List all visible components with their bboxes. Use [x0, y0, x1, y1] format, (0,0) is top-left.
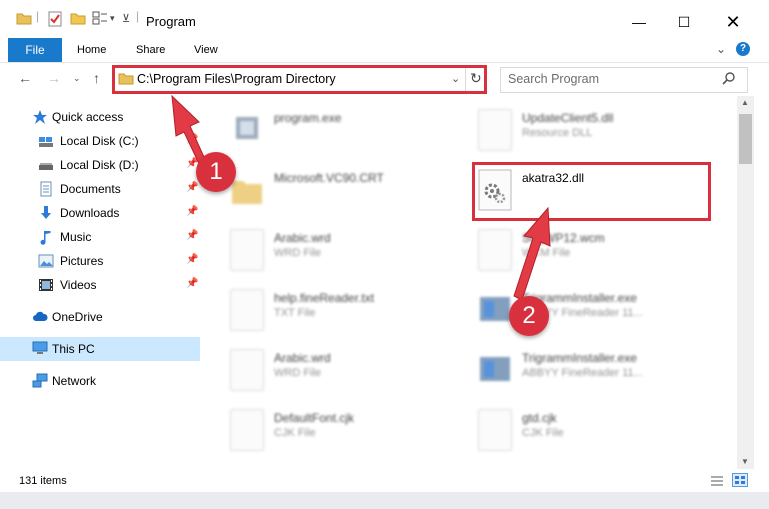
step-badge-1: 1: [196, 152, 236, 192]
step-badge-2: 2: [509, 296, 549, 336]
arrow-to-file: [513, 206, 551, 301]
annotation-arrows: [171, 94, 551, 301]
